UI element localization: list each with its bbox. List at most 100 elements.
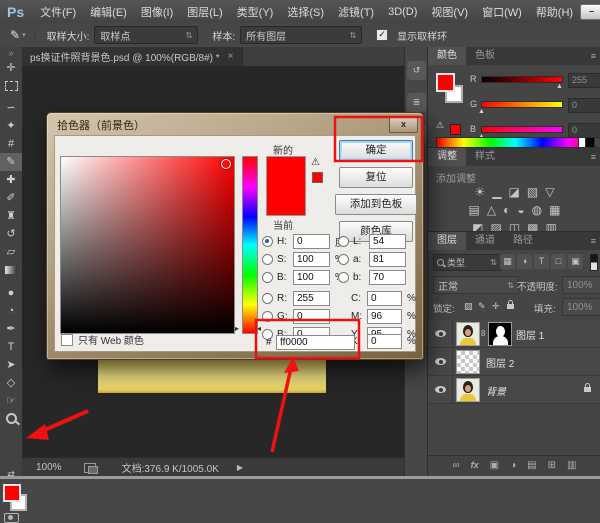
gamut-color-chip[interactable]	[450, 124, 461, 135]
menu-edit[interactable]: 编辑(E)	[83, 4, 134, 20]
gamut-warning-icon[interactable]: ⚠	[436, 120, 444, 131]
zoom-level[interactable]: 100%	[36, 462, 62, 473]
s-input[interactable]: 100	[293, 252, 330, 267]
b-slider[interactable]	[481, 126, 563, 133]
radio-r[interactable]	[262, 293, 273, 304]
g-slider-marker[interactable]: ▲	[478, 108, 485, 115]
magic-wand-tool[interactable]: ✦	[0, 117, 22, 135]
layer-row-2[interactable]: 图层 2	[428, 348, 600, 376]
document-tab[interactable]: ps换证件照背景色.psd @ 100%(RGB/8#) * ×	[22, 47, 243, 66]
visibility-cell[interactable]	[428, 320, 453, 347]
hue-saturation-icon[interactable]: ▤	[469, 203, 480, 217]
pen-tool[interactable]: ✒	[0, 320, 22, 338]
lasso-tool[interactable]: ∽	[0, 99, 22, 117]
eye-icon[interactable]	[435, 386, 446, 393]
new-group-icon[interactable]: ▤	[527, 460, 536, 471]
filter-pixel-layers-icon[interactable]: ▦	[500, 254, 515, 269]
dodge-tool[interactable]: ◔	[0, 302, 22, 320]
eye-icon[interactable]	[435, 330, 446, 337]
exposure-icon[interactable]: ▧	[527, 185, 538, 199]
filter-switch[interactable]	[590, 254, 598, 271]
layer-filter-dropdown[interactable]: 类型 ⇅	[433, 254, 501, 271]
link-layers-icon[interactable]: ∞	[453, 460, 460, 471]
panel-menu-icon[interactable]: ≡	[591, 232, 600, 250]
l-input[interactable]: 54	[369, 234, 406, 249]
tab-color[interactable]: 颜色	[428, 47, 466, 65]
color-lookup-icon[interactable]: ▦	[549, 203, 560, 217]
filter-smart-objects-icon[interactable]: ▣	[568, 254, 583, 269]
web-colors-checkbox[interactable]	[61, 334, 73, 346]
lab-b-input[interactable]: 70	[369, 270, 406, 285]
shape-tool[interactable]: ◇	[0, 374, 22, 392]
menu-filter[interactable]: 滤镜(T)	[331, 4, 381, 20]
brush-tool[interactable]: ✐	[0, 189, 22, 207]
lock-all-icon[interactable]	[507, 304, 514, 309]
radio-b[interactable]	[262, 272, 273, 283]
tab-paths[interactable]: 路径	[504, 232, 542, 250]
b-input[interactable]: 100	[293, 270, 330, 285]
hex-input[interactable]: ff0000	[276, 335, 355, 350]
new-layer-icon[interactable]: ⊞	[548, 460, 556, 471]
color-balance-icon[interactable]: △	[487, 203, 496, 217]
add-mask-icon[interactable]: ▣	[490, 460, 499, 471]
channel-mixer-icon[interactable]: ◍	[532, 203, 542, 217]
path-select-tool[interactable]: ➤	[0, 356, 22, 374]
hand-tool[interactable]: ☞	[0, 392, 22, 410]
r-value[interactable]: 255	[568, 73, 600, 88]
vibrance-icon[interactable]: ▽	[545, 185, 554, 199]
tool-preset-caret-icon[interactable]: ▾	[22, 31, 35, 39]
r-slider-marker[interactable]: ▲	[556, 83, 563, 90]
tab-adjustments[interactable]: 调整	[428, 148, 466, 166]
menu-image[interactable]: 图像(I)	[134, 4, 180, 20]
a-input[interactable]: 81	[369, 252, 406, 267]
black-white-icon[interactable]: ◐	[503, 203, 510, 217]
marquee-tool[interactable]	[0, 81, 22, 99]
blend-mode-dropdown[interactable]: 正常 ⇅	[433, 276, 519, 294]
eyedropper-tool[interactable]: ✎	[0, 153, 22, 171]
eye-icon[interactable]	[435, 358, 446, 365]
sample-dropdown[interactable]: 所有图层 ⇅	[240, 26, 362, 44]
sample-size-dropdown[interactable]: 取样点 ⇅	[94, 26, 198, 44]
gamut-color-chip[interactable]	[312, 172, 323, 183]
radio-s[interactable]	[262, 254, 273, 265]
menu-view[interactable]: 视图(V)	[424, 4, 475, 20]
radio-h[interactable]	[262, 236, 273, 247]
filter-type-layers-icon[interactable]: T	[534, 254, 549, 269]
mask-link-icon[interactable]: 8	[481, 329, 485, 338]
photo-filter-icon[interactable]: ◒	[517, 203, 524, 217]
add-to-swatches-button[interactable]: 添加到色板	[335, 194, 417, 215]
levels-icon[interactable]: ▁	[492, 185, 501, 199]
toolbar-collapse-icon[interactable]: »	[0, 47, 22, 59]
filter-adjustment-layers-icon[interactable]: ◑	[517, 254, 532, 269]
lock-position-icon[interactable]: ✛	[492, 301, 500, 312]
r-input[interactable]: 255	[293, 291, 330, 306]
menu-window[interactable]: 窗口(W)	[475, 4, 529, 20]
tab-swatches[interactable]: 色板	[466, 47, 504, 65]
eraser-tool[interactable]: ▱	[0, 243, 22, 261]
panel-menu-icon[interactable]: ≡	[591, 47, 600, 65]
move-tool[interactable]: ✛	[0, 59, 22, 77]
opacity-dropdown[interactable]: 100%	[562, 276, 600, 294]
layer1-name[interactable]: 图层 1	[516, 327, 544, 342]
layer-style-icon[interactable]: fx	[471, 460, 479, 470]
layer2-thumbnail[interactable]	[456, 350, 480, 374]
brightness-contrast-icon[interactable]: ☀	[475, 185, 486, 199]
hue-slider-arrow-left[interactable]: ▸	[235, 325, 239, 333]
layer1-mask-thumbnail[interactable]	[488, 322, 512, 346]
ok-button[interactable]: 确定	[339, 140, 413, 161]
healing-brush-tool[interactable]: ✚	[0, 171, 22, 189]
color-field-cursor[interactable]	[221, 159, 231, 169]
k-input[interactable]: 0	[367, 334, 402, 349]
history-panel-icon[interactable]: ↺	[407, 61, 426, 80]
delete-layer-icon[interactable]: ▥	[567, 460, 576, 471]
properties-panel-icon[interactable]: ≣	[407, 93, 426, 112]
dialog-close-button[interactable]: x	[389, 116, 418, 133]
radio-lab-b[interactable]	[338, 272, 349, 283]
radio-g[interactable]	[262, 311, 273, 322]
background-thumbnail[interactable]	[456, 378, 480, 402]
clone-stamp-tool[interactable]: ♜	[0, 207, 22, 225]
lock-transparency-icon[interactable]: ▨	[464, 301, 473, 312]
hue-slider-arrow-right[interactable]: ◂	[257, 325, 261, 333]
gamut-warning-icon[interactable]: ⚠	[311, 157, 320, 168]
g-value[interactable]: 0	[568, 98, 600, 113]
